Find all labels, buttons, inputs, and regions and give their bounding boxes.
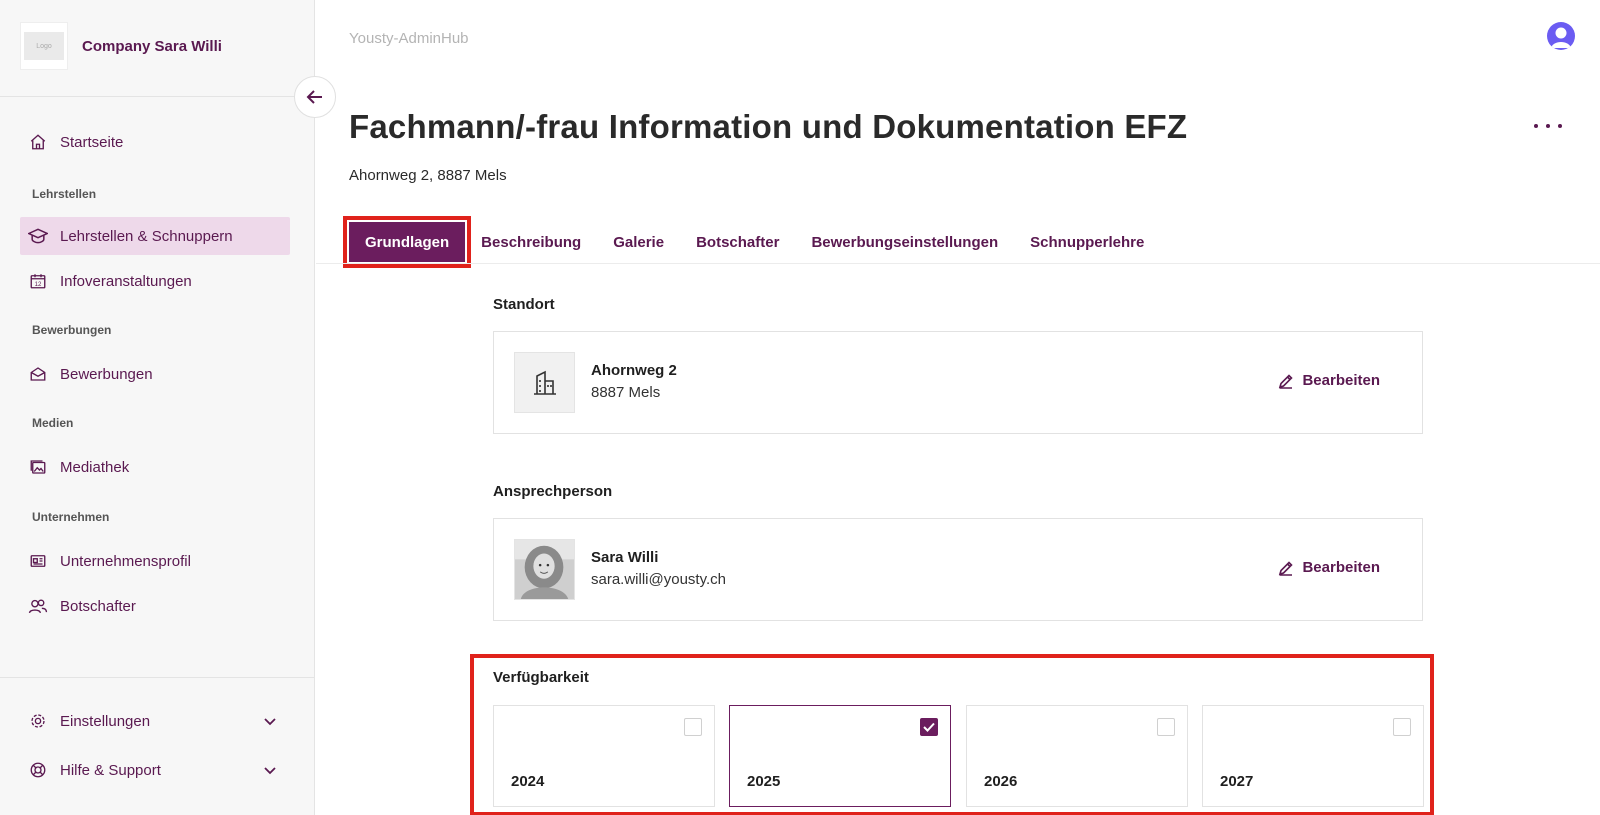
company-logo: Logo — [20, 22, 68, 70]
year-card-2027[interactable]: 2027 — [1202, 705, 1424, 807]
standort-city: 8887 Mels — [591, 384, 661, 401]
tab-bar: Grundlagen Beschreibung Galerie Botschaf… — [342, 216, 1176, 268]
sidebar-section-medien: Medien — [32, 416, 74, 430]
checkmark-icon — [923, 722, 935, 732]
sidebar-section-bewerbungen: Bewerbungen — [32, 323, 112, 337]
calendar-icon-number: 12 — [35, 282, 42, 288]
standort-label: Standort — [493, 296, 555, 313]
building-icon — [514, 352, 575, 413]
sidebar-item-lehrstellen[interactable]: Lehrstellen & Schnuppern — [20, 217, 290, 255]
standort-edit-button[interactable]: Bearbeiten — [1278, 372, 1380, 389]
tab-schnupperlehre[interactable]: Schnupperlehre — [1030, 234, 1144, 251]
sidebar-item-label: Startseite — [60, 133, 124, 151]
tab-grundlagen[interactable]: Grundlagen — [342, 216, 472, 268]
year-card-2026[interactable]: 2026 — [966, 705, 1188, 807]
contact-photo — [514, 539, 575, 600]
profile-card-icon — [28, 551, 48, 571]
calendar-icon: 12 — [28, 271, 48, 291]
sidebar-item-bewerbungen[interactable]: Bewerbungen — [20, 355, 290, 393]
year-label: 2027 — [1220, 773, 1254, 790]
availability-label: Verfügbarkeit — [493, 669, 589, 686]
year-checkbox[interactable] — [1157, 718, 1175, 736]
sidebar-item-label: Einstellungen — [60, 712, 151, 730]
sidebar-item-label: Botschafter — [60, 597, 136, 615]
contact-name: Sara Willi — [591, 549, 659, 566]
sidebar-item-startseite[interactable]: Startseite — [20, 123, 290, 161]
year-label: 2024 — [511, 773, 545, 790]
standort-card: Ahornweg 2 8887 Mels Bearbeiten — [493, 331, 1423, 434]
lifebuoy-icon — [28, 760, 48, 780]
year-card-2025[interactable]: 2025 — [729, 705, 951, 807]
sidebar-item-label: Infoveranstaltungen — [60, 272, 192, 290]
sidebar-item-unternehmensprofil[interactable]: Unternehmensprofil — [20, 542, 290, 580]
user-avatar[interactable] — [1547, 22, 1575, 50]
logo-placeholder: Logo — [24, 32, 64, 60]
app-root: Logo Company Sara Willi Startseite Lehrs… — [0, 0, 1600, 815]
sidebar-item-label: Lehrstellen & Schnuppern — [60, 227, 233, 245]
contact-edit-button[interactable]: Bearbeiten — [1278, 559, 1380, 576]
users-icon — [28, 596, 48, 616]
sidebar-section-lehrstellen: Lehrstellen — [32, 187, 97, 201]
dot — [1534, 124, 1538, 128]
contact-card: Sara Willi sara.willi@yousty.ch Bearbeit… — [493, 518, 1423, 621]
page-title: Fachmann/-frau Information und Dokumenta… — [349, 108, 1188, 145]
edit-label: Bearbeiten — [1302, 559, 1380, 576]
dot — [1558, 124, 1562, 128]
sidebar-item-einstellungen[interactable]: Einstellungen — [20, 702, 290, 740]
graduation-cap-icon — [28, 226, 48, 246]
sidebar-item-botschafter[interactable]: Botschafter — [20, 587, 290, 625]
dot — [1546, 124, 1550, 128]
more-options-button[interactable] — [1534, 116, 1562, 136]
sidebar-item-infoveranstaltungen[interactable]: 12 Infoveranstaltungen — [20, 262, 290, 300]
sidebar-item-label: Unternehmensprofil — [60, 552, 191, 570]
year-label: 2026 — [984, 773, 1018, 790]
gear-icon — [28, 711, 48, 731]
chevron-down-icon — [262, 762, 278, 782]
tab-bewerbungseinstellungen[interactable]: Bewerbungseinstellungen — [811, 234, 998, 251]
sidebar-item-hilfe-support[interactable]: Hilfe & Support — [20, 751, 290, 789]
chevron-down-icon — [262, 713, 278, 733]
sidebar: Logo Company Sara Willi Startseite Lehrs… — [0, 0, 315, 815]
pencil-icon — [1279, 560, 1294, 576]
company-name: Company Sara Willi — [82, 37, 222, 55]
sidebar-section-unternehmen: Unternehmen — [32, 510, 110, 524]
sidebar-divider — [0, 96, 314, 97]
sidebar-item-label: Hilfe & Support — [60, 761, 161, 779]
tab-galerie[interactable]: Galerie — [613, 234, 664, 251]
collapse-sidebar-button[interactable] — [294, 76, 336, 118]
user-icon — [1551, 27, 1571, 48]
tab-botschafter[interactable]: Botschafter — [696, 234, 779, 251]
year-checkbox[interactable] — [1393, 718, 1411, 736]
edit-label: Bearbeiten — [1302, 372, 1380, 389]
sidebar-item-label: Bewerbungen — [60, 365, 153, 383]
page-subtitle: Ahornweg 2, 8887 Mels — [349, 167, 507, 184]
year-card-2024[interactable]: 2024 — [493, 705, 715, 807]
contact-email: sara.willi@yousty.ch — [591, 571, 726, 588]
year-checkbox[interactable] — [920, 718, 938, 736]
app-title: Yousty-AdminHub — [349, 30, 469, 47]
images-icon — [28, 457, 48, 477]
sidebar-item-mediathek[interactable]: Mediathek — [20, 448, 290, 486]
tab-beschreibung[interactable]: Beschreibung — [481, 234, 581, 251]
contact-label: Ansprechperson — [493, 483, 613, 500]
home-icon — [28, 132, 48, 152]
sidebar-item-label: Mediathek — [60, 458, 130, 476]
arrow-left-icon — [306, 90, 322, 104]
sidebar-divider — [0, 677, 314, 678]
year-label: 2025 — [747, 773, 781, 790]
company-header[interactable]: Logo Company Sara Willi — [20, 22, 222, 70]
tabs-divider — [316, 263, 1600, 264]
envelope-icon — [28, 364, 48, 384]
pencil-icon — [1279, 373, 1294, 389]
year-checkbox[interactable] — [684, 718, 702, 736]
standort-street: Ahornweg 2 — [591, 362, 677, 379]
